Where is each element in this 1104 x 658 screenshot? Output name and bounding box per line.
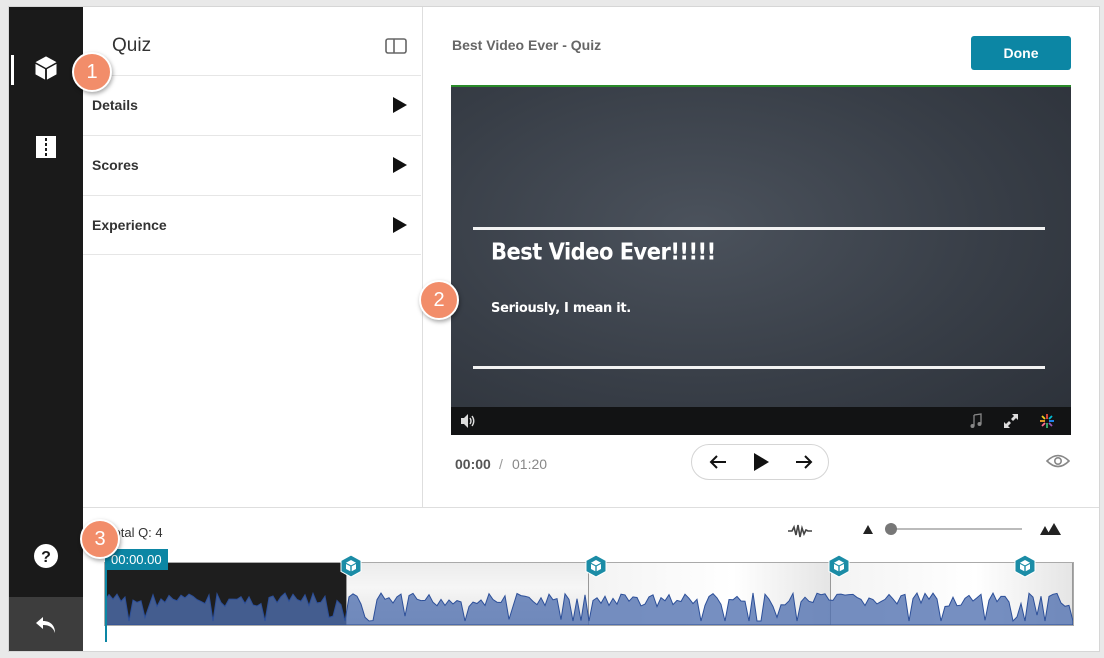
cube-icon <box>35 56 57 80</box>
panel-toggle-icon[interactable] <box>385 38 407 54</box>
transport-controls <box>691 444 829 480</box>
undo-arrow-icon <box>36 617 55 633</box>
zoom-slider-handle[interactable] <box>885 523 897 535</box>
quiz-panel: Quiz Details Scores Experience <box>83 7 423 507</box>
step-forward-icon[interactable] <box>794 453 814 471</box>
music-note-icon[interactable] <box>969 413 983 429</box>
zoom-slider[interactable] <box>887 528 1022 530</box>
slide-divider <box>473 366 1045 369</box>
question-marker[interactable] <box>827 554 851 578</box>
player-control-bar <box>451 407 1071 435</box>
total-time: 01:20 <box>512 456 548 472</box>
callout-badge: 3 <box>80 519 120 559</box>
callout-badge: 1 <box>72 52 112 92</box>
section-scores[interactable]: Scores <box>83 135 421 195</box>
app-window: ? Quiz Details Scores Experience Best Vi… <box>8 6 1100 652</box>
slide-heading: Best Video Ever!!!!! <box>491 238 716 266</box>
video-player[interactable]: Best Video Ever!!!!! Seriously, I mean i… <box>451 85 1071 435</box>
brand-icon[interactable] <box>1039 413 1055 429</box>
waveform-shape <box>105 591 1073 625</box>
section-label: Details <box>92 97 138 113</box>
done-button[interactable]: Done <box>971 36 1071 70</box>
left-rail: ? <box>9 7 83 651</box>
svg-text:?: ? <box>41 549 51 566</box>
zoom-in-icon[interactable] <box>1040 522 1062 536</box>
question-marker[interactable] <box>584 554 608 578</box>
question-marker[interactable] <box>339 554 363 578</box>
zoom-out-icon[interactable] <box>863 525 873 534</box>
section-label: Scores <box>92 157 139 173</box>
volume-icon[interactable] <box>460 413 476 429</box>
question-marker[interactable] <box>1013 554 1037 578</box>
expand-arrow-icon <box>393 97 407 113</box>
video-title: Best Video Ever - Quiz <box>452 37 602 53</box>
section-label: Experience <box>92 217 167 233</box>
slide-subheading: Seriously, I mean it. <box>491 301 631 316</box>
book-icon <box>36 136 56 158</box>
expand-arrow-icon <box>393 217 407 233</box>
step-back-icon[interactable] <box>708 453 728 471</box>
current-time: 00:00 <box>455 456 491 472</box>
help-circle-icon: ? <box>34 544 58 568</box>
panel-title: Quiz <box>112 35 152 56</box>
callout-badge: 2 <box>419 280 459 320</box>
slide-divider <box>473 227 1045 230</box>
back-button[interactable] <box>9 597 83 651</box>
section-experience[interactable]: Experience <box>83 195 421 255</box>
eye-icon[interactable] <box>1046 453 1070 469</box>
expand-arrow-icon <box>393 157 407 173</box>
time-separator: / <box>499 456 503 472</box>
fullscreen-icon[interactable] <box>1003 413 1019 429</box>
playhead[interactable] <box>105 570 107 642</box>
waveform-icon[interactable] <box>788 524 812 538</box>
play-icon[interactable] <box>752 453 770 471</box>
timeline-divider <box>83 507 1099 508</box>
help-button[interactable]: ? <box>9 529 83 583</box>
section-details[interactable]: Details <box>83 75 421 135</box>
active-indicator <box>11 55 14 85</box>
rail-item-chapters[interactable] <box>9 120 83 174</box>
